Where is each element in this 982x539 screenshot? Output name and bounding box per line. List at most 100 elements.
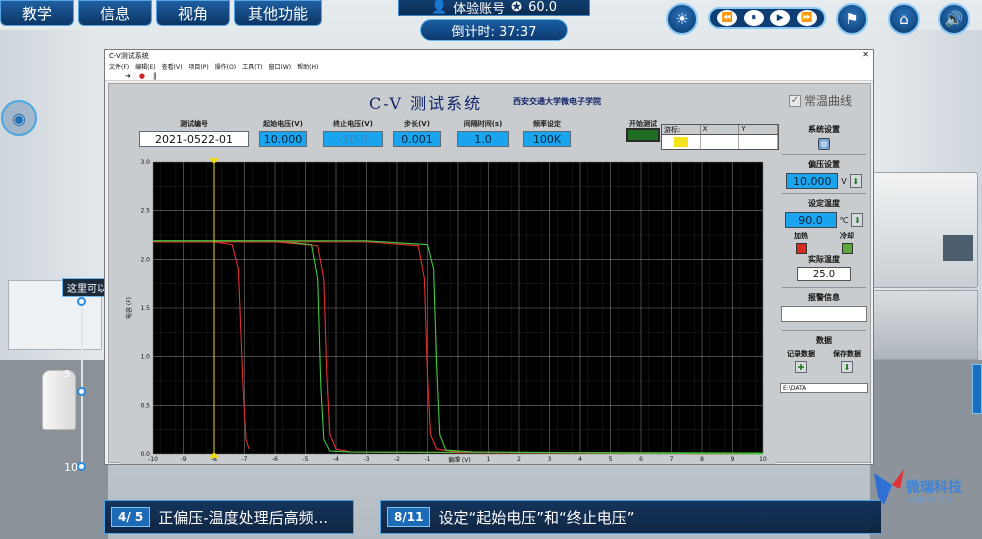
reagent-bottle[interactable] [42, 370, 76, 430]
start-voltage-input[interactable]: 10.000 [259, 131, 307, 147]
menu-item[interactable]: 编辑(E) [135, 62, 155, 71]
x-tick-label: 3 [548, 456, 552, 463]
play-icon[interactable]: ▶ [770, 10, 791, 26]
rewind-icon[interactable]: ⏪ [717, 10, 738, 26]
test-id-field: 测试编号 2021-0522-01 [139, 119, 249, 147]
eye-icon[interactable]: ◉ [1, 100, 37, 136]
speed-slider-bottom[interactable] [77, 462, 86, 471]
temperature-input[interactable]: 90.0 [784, 212, 837, 228]
start-voltage-label: 起始电压(V) [263, 120, 303, 128]
interval-label: 间隔时间(s) [463, 120, 503, 128]
y-tick-label: 1.5 [140, 305, 150, 312]
y-tick-label: 2.5 [140, 208, 150, 215]
lightbulb-icon[interactable]: ☀ [666, 3, 698, 35]
volume-icon[interactable]: 🔊 [938, 3, 970, 35]
save-data-icon[interactable]: ⬇ [841, 361, 853, 373]
cursor-col-label: 游标: [662, 125, 701, 134]
actual-temp-value: 25.0 [797, 267, 851, 281]
speed-mark-label: 5 [64, 369, 71, 380]
menu-item[interactable]: 工具(T) [242, 62, 262, 71]
cursor-table: 游标: X Y [661, 124, 779, 150]
panel-title: C-V 测试系统 [369, 94, 483, 113]
x-tick-label: -7 [242, 456, 248, 463]
x-tick-label: 5 [609, 456, 613, 463]
instrument-right[interactable] [872, 172, 978, 288]
nav-tab-other[interactable]: 其他功能 [234, 0, 322, 26]
menu-item[interactable]: 项目(P) [188, 62, 208, 71]
bias-settings-label: 偏压设置 [808, 160, 840, 169]
settings-gear-icon[interactable]: ⚙ [818, 138, 830, 150]
x-tick-label: 6 [639, 456, 643, 463]
start-test-button[interactable] [626, 128, 660, 142]
bias-voltage-input[interactable]: 10.000 [786, 173, 839, 189]
logo-mark-icon [874, 469, 904, 505]
x-tick-label: 4 [578, 456, 582, 463]
record-data-icon[interactable]: ✚ [795, 361, 807, 373]
home-icon[interactable]: ⌂ [888, 3, 920, 35]
nav-tab-view[interactable]: 视角 [156, 0, 230, 26]
system-settings-label: 系统设置 [808, 125, 840, 134]
data-path-field[interactable]: E:\DATA [780, 383, 868, 393]
frequency-field: 频率设定 100K [523, 119, 571, 147]
run-arrow-icon[interactable]: ➔ [125, 72, 131, 80]
cursor-col-x: X [701, 125, 740, 134]
step-bar-right[interactable]: 8/11 设定“起始电压”和“终止电压” [380, 500, 882, 534]
menu-item[interactable]: 帮助(H) [297, 62, 318, 71]
step-text: 正偏压-温度处理后高频... [158, 508, 328, 527]
fast-forward-icon[interactable]: ⏩ [796, 10, 817, 26]
speed-slider-top[interactable] [77, 297, 86, 306]
cool-label: 冷却 [840, 232, 854, 240]
stop-icon[interactable]: ● [139, 72, 145, 80]
x-tick-label: 7 [670, 456, 674, 463]
cv-graph[interactable]: -10 -9 -8 -7 -6 -5 -4 -3 -2 -1 0 1 2 3 4 5 6 7 8 9 100.00.51… [119, 156, 775, 464]
x-axis-label: 偏压 (V) [448, 456, 471, 464]
checkmark-icon[interactable]: ✓ [789, 94, 801, 107]
user-icon: 👤 [430, 0, 448, 15]
cool-button[interactable] [841, 243, 853, 254]
heat-button[interactable] [795, 243, 807, 254]
logo-slogan: WEIRUI TECH [908, 496, 955, 504]
menu-item[interactable]: 操作(O) [215, 62, 236, 71]
bias-unit: V [841, 176, 847, 186]
step-bar-left[interactable]: 4/ 5 正偏压-温度处理后高频... [104, 500, 354, 534]
score-value: 60.0 [528, 0, 558, 15]
cv-test-window: C-V测试系统 ✕ 文件(F) 编辑(E) 查看(V) 项目(P) 操作(O) 工具(T)… [104, 49, 874, 465]
step-badge: 4/ 5 [111, 507, 151, 527]
room-temp-label: 常温曲线 [804, 94, 853, 108]
cursor-y-cell [739, 135, 779, 149]
frequency-select[interactable]: 100K [523, 131, 571, 147]
nav-tab-teaching[interactable]: 教学 [0, 0, 74, 26]
nav-tab-info[interactable]: 信息 [78, 0, 152, 26]
front-panel: C-V 测试系统 西安交通大学微电子学院 ✓ 常温曲线 测试编号 2021-05… [108, 83, 871, 464]
panel-subtitle: 西安交通大学微电子学院 [513, 96, 601, 106]
y-tick-label: 1.0 [140, 354, 150, 361]
notebook-icon[interactable]: ⚑ [836, 3, 868, 35]
speed-slider-track[interactable] [81, 299, 83, 467]
interval-input[interactable]: 1.0 [457, 131, 509, 147]
cursor-x-cell [701, 135, 740, 149]
step-input[interactable]: 0.001 [393, 131, 441, 147]
pause-run-icon[interactable]: ‖ [153, 72, 157, 80]
x-tick-label: -1 [425, 456, 431, 463]
top-nav: 教学 信息 视角 其他功能 [0, 0, 322, 26]
speed-value: 10 [64, 461, 78, 474]
end-voltage-input[interactable]: -10-0 [323, 131, 383, 147]
window-titlebar: C-V测试系统 ✕ [105, 50, 873, 62]
room-temp-checkbox[interactable]: ✓ 常温曲线 [789, 92, 852, 109]
close-icon[interactable]: ✕ [862, 50, 869, 59]
menu-item[interactable]: 窗口(W) [269, 62, 292, 71]
actual-temp-label: 实际温度 [808, 255, 840, 264]
x-tick-label: 8 [700, 456, 704, 463]
temp-download-icon[interactable]: ⬇ [851, 213, 864, 227]
side-expand-tab[interactable] [972, 364, 982, 414]
step-text: 设定“起始电压”和“终止电压” [438, 508, 635, 527]
menu-item[interactable]: 查看(V) [162, 62, 183, 71]
test-id-input[interactable]: 2021-0522-01 [139, 131, 249, 147]
start-voltage-field: 起始电压(V) 10.000 [259, 119, 307, 147]
step-field: 步长(V) 0.001 [393, 119, 441, 147]
cursor-color-swatch[interactable] [674, 137, 688, 147]
instrument-right-lower[interactable] [872, 290, 978, 360]
download-icon[interactable]: ⬇ [849, 174, 862, 188]
menu-item[interactable]: 文件(F) [109, 62, 129, 71]
pause-icon[interactable]: ⏸ [743, 10, 764, 26]
